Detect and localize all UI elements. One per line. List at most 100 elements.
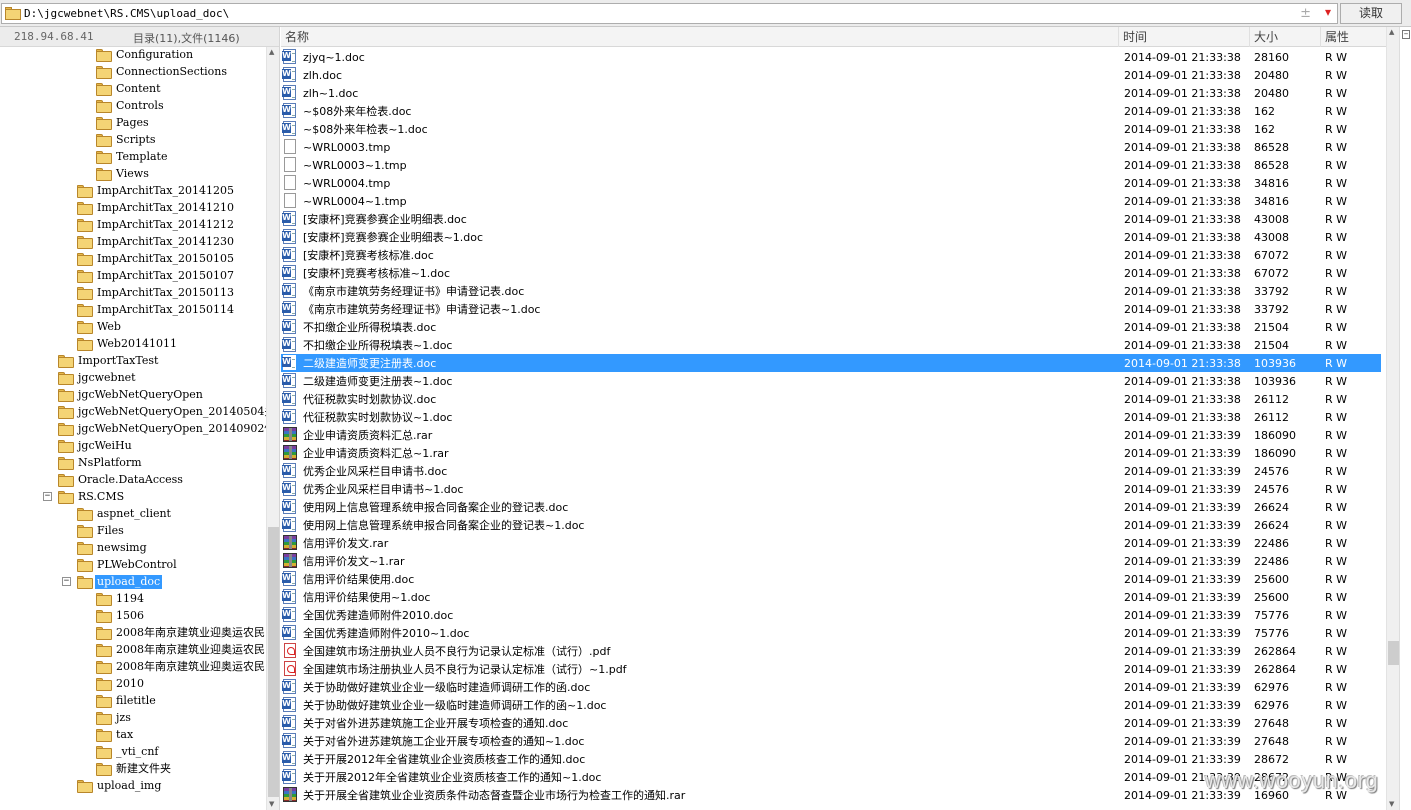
tree-item[interactable]: Scripts <box>0 132 266 149</box>
tree-item[interactable]: 2008年南京建筑业迎奥运农民 <box>0 642 266 659</box>
file-row[interactable]: [安康杯]竞赛参赛企业明细表~1.doc 2014-09-01 21:33:38 4… <box>281 228 1381 246</box>
tree-item[interactable]: ImpArchitTax_20141212 <box>0 217 266 234</box>
file-row[interactable]: 信用评价发文~1.rar 2014-09-01 21:33:39 22486 R W <box>281 552 1381 570</box>
file-row[interactable]: 信用评价结果使用~1.doc 2014-09-01 21:33:39 25600 R … <box>281 588 1381 606</box>
scroll-thumb[interactable] <box>1388 641 1399 665</box>
tree-item[interactable]: ImpArchitTax_20150113 <box>0 285 266 302</box>
file-row[interactable]: 《南京市建筑劳务经理证书》申请登记表.doc 2014-09-01 21:33:3… <box>281 282 1381 300</box>
tree-item[interactable]: 1506 <box>0 608 266 625</box>
tree-item[interactable]: Web <box>0 319 266 336</box>
tree-item[interactable]: ConnectionSections <box>0 64 266 81</box>
collapse-icon[interactable]: − <box>62 577 71 586</box>
tree-item[interactable]: Content <box>0 81 266 98</box>
tree-item[interactable]: Oracle.DataAccess <box>0 472 266 489</box>
file-row[interactable]: 关于对省外进苏建筑施工企业开展专项检查的通知.doc 2014-09-01 21:… <box>281 714 1381 732</box>
file-row[interactable]: ~WRL0003.tmp 2014-09-01 21:33:38 86528 R W <box>281 138 1381 156</box>
tree-item[interactable]: − RS.CMS <box>0 489 266 506</box>
file-row[interactable]: 不扣缴企业所得税填表.doc 2014-09-01 21:33:38 21504 R … <box>281 318 1381 336</box>
tree-item[interactable]: jgcwebnet <box>0 370 266 387</box>
file-row[interactable]: 二级建造师变更注册表~1.doc 2014-09-01 21:33:38 10393… <box>281 372 1381 390</box>
file-row[interactable]: 优秀企业风采栏目申请书~1.doc 2014-09-01 21:33:39 2457… <box>281 480 1381 498</box>
file-row[interactable]: 关于开展2012年全省建筑业企业资质核查工作的通知.doc 2014-09-01 … <box>281 750 1381 768</box>
file-row[interactable]: 信用评价发文.rar 2014-09-01 21:33:39 22486 R W <box>281 534 1381 552</box>
tree-item[interactable]: jgcWebNetQueryOpen_20140504关闭 <box>0 404 266 421</box>
tree-item[interactable]: jzs <box>0 710 266 727</box>
tree-item[interactable]: Controls <box>0 98 266 115</box>
file-row[interactable]: ~WRL0003~1.tmp 2014-09-01 21:33:38 86528 R … <box>281 156 1381 174</box>
file-row[interactable]: 全国优秀建造师附件2010~1.doc 2014-09-01 21:33:39 75… <box>281 624 1381 642</box>
scroll-up-icon[interactable]: ▲ <box>269 48 274 56</box>
tree-item[interactable]: filetitle <box>0 693 266 710</box>
file-row[interactable]: 全国建筑市场注册执业人员不良行为记录认定标准（试行）.pdf 2014-09-01… <box>281 642 1381 660</box>
tree-item[interactable]: − upload_doc <box>0 574 266 591</box>
file-row[interactable]: [安康杯]竞赛考核标准~1.doc 2014-09-01 21:33:38 6707… <box>281 264 1381 282</box>
tree-item[interactable]: jgcWebNetQueryOpen_20140902修改 <box>0 421 266 438</box>
tree-item[interactable]: ImpArchitTax_20150107 <box>0 268 266 285</box>
tree-item[interactable]: upload_img <box>0 778 266 795</box>
collapse-toggle-icon[interactable]: − <box>1402 30 1410 39</box>
file-row[interactable]: ~$08外来年检表~1.doc 2014-09-01 21:33:38 162 R W <box>281 120 1381 138</box>
file-row[interactable]: 企业申请资质资料汇总~1.rar 2014-09-01 21:33:39 18609… <box>281 444 1381 462</box>
file-row[interactable]: 不扣缴企业所得税填表~1.doc 2014-09-01 21:33:38 21504… <box>281 336 1381 354</box>
file-row[interactable]: 使用网上信息管理系统申报合同备案企业的登记表.doc 2014-09-01 21:… <box>281 498 1381 516</box>
address-input[interactable]: D:\jgcwebnet\RS.CMS\upload_doc\ ± ▾ <box>1 3 1338 24</box>
file-row[interactable]: 关于协助做好建筑业企业一级临时建造师调研工作的函.doc 2014-09-01 2… <box>281 678 1381 696</box>
file-row[interactable]: ~WRL0004.tmp 2014-09-01 21:33:38 34816 R W <box>281 174 1381 192</box>
file-row[interactable]: zlh.doc 2014-09-01 21:33:38 20480 R W <box>281 66 1381 84</box>
read-button[interactable]: 读取 <box>1340 3 1402 24</box>
file-row[interactable]: 信用评价结果使用.doc 2014-09-01 21:33:39 25600 R W <box>281 570 1381 588</box>
file-row[interactable]: 代征税款实时划款协议~1.doc 2014-09-01 21:33:38 26112… <box>281 408 1381 426</box>
tree-item[interactable]: PLWebControl <box>0 557 266 574</box>
scroll-up-icon[interactable]: ▲ <box>1389 28 1394 36</box>
collapse-icon[interactable]: − <box>43 492 52 501</box>
tree-item[interactable]: ImportTaxTest <box>0 353 266 370</box>
tree-item[interactable]: Views <box>0 166 266 183</box>
plus-minus-icon[interactable]: ± <box>1300 6 1311 21</box>
tree-item[interactable]: jgcWebNetQueryOpen <box>0 387 266 404</box>
column-size[interactable]: 大小 <box>1250 27 1321 47</box>
tree-item[interactable]: Web20141011 <box>0 336 266 353</box>
file-row[interactable]: 代征税款实时划款协议.doc 2014-09-01 21:33:38 26112 R … <box>281 390 1381 408</box>
tree-item[interactable]: Template <box>0 149 266 166</box>
file-row[interactable]: 二级建造师变更注册表.doc 2014-09-01 21:33:38 103936 R… <box>281 354 1381 372</box>
file-row[interactable]: 《南京市建筑劳务经理证书》申请登记表~1.doc 2014-09-01 21:33… <box>281 300 1381 318</box>
tree-item[interactable]: 2008年南京建筑业迎奥运农民 <box>0 659 266 676</box>
tree-item[interactable]: 2010 <box>0 676 266 693</box>
file-row[interactable]: 全国建筑市场注册执业人员不良行为记录认定标准（试行）~1.pdf 2014-09-… <box>281 660 1381 678</box>
chevron-down-icon[interactable]: ▾ <box>1325 5 1331 19</box>
file-row[interactable]: [安康杯]竞赛参赛企业明细表.doc 2014-09-01 21:33:38 430… <box>281 210 1381 228</box>
tree-item[interactable]: Pages <box>0 115 266 132</box>
column-time[interactable]: 时间 <box>1119 27 1250 47</box>
tree-item[interactable]: ImpArchitTax_20141230 <box>0 234 266 251</box>
scroll-down-icon[interactable]: ▼ <box>1389 800 1394 808</box>
file-row[interactable]: 优秀企业风采栏目申请书.doc 2014-09-01 21:33:39 24576 R… <box>281 462 1381 480</box>
tree-item[interactable]: ImpArchitTax_20141210 <box>0 200 266 217</box>
tree-item[interactable]: 新建文件夹 <box>0 761 266 778</box>
column-name[interactable]: 名称 <box>281 27 1119 47</box>
tree-item[interactable]: Files <box>0 523 266 540</box>
column-attr[interactable]: 属性 <box>1321 27 1386 47</box>
tree-item[interactable]: ImpArchitTax_20150105 <box>0 251 266 268</box>
file-row[interactable]: ~$08外来年检表.doc 2014-09-01 21:33:38 162 R W <box>281 102 1381 120</box>
file-row[interactable]: 企业申请资质资料汇总.rar 2014-09-01 21:33:39 186090 R… <box>281 426 1381 444</box>
tree-item[interactable]: 2008年南京建筑业迎奥运农民 <box>0 625 266 642</box>
tree-item[interactable]: NsPlatform <box>0 455 266 472</box>
file-row[interactable]: [安康杯]竞赛考核标准.doc 2014-09-01 21:33:38 67072 R… <box>281 246 1381 264</box>
tree-item[interactable]: _vti_cnf <box>0 744 266 761</box>
file-row[interactable]: 全国优秀建造师附件2010.doc 2014-09-01 21:33:39 7577… <box>281 606 1381 624</box>
scroll-thumb[interactable] <box>268 527 279 797</box>
tree-item[interactable]: jgcWeiHu <box>0 438 266 455</box>
file-row[interactable]: zjyq~1.doc 2014-09-01 21:33:38 28160 R W <box>281 48 1381 66</box>
file-row[interactable]: 关于协助做好建筑业企业一级临时建造师调研工作的函~1.doc 2014-09-01… <box>281 696 1381 714</box>
file-row[interactable]: 关于对省外进苏建筑施工企业开展专项检查的通知~1.doc 2014-09-01 2… <box>281 732 1381 750</box>
tree-item[interactable]: newsimg <box>0 540 266 557</box>
tree-item[interactable]: Configuration <box>0 47 266 64</box>
tree-item[interactable]: 1194 <box>0 591 266 608</box>
file-row[interactable]: ~WRL0004~1.tmp 2014-09-01 21:33:38 34816 R … <box>281 192 1381 210</box>
tree-item[interactable]: ImpArchitTax_20150114 <box>0 302 266 319</box>
tree-item[interactable]: ImpArchitTax_20141205 <box>0 183 266 200</box>
file-row[interactable]: zlh~1.doc 2014-09-01 21:33:38 20480 R W <box>281 84 1381 102</box>
file-row[interactable]: 使用网上信息管理系统申报合同备案企业的登记表~1.doc 2014-09-01 2… <box>281 516 1381 534</box>
tree-item[interactable]: tax <box>0 727 266 744</box>
scroll-down-icon[interactable]: ▼ <box>269 800 274 808</box>
